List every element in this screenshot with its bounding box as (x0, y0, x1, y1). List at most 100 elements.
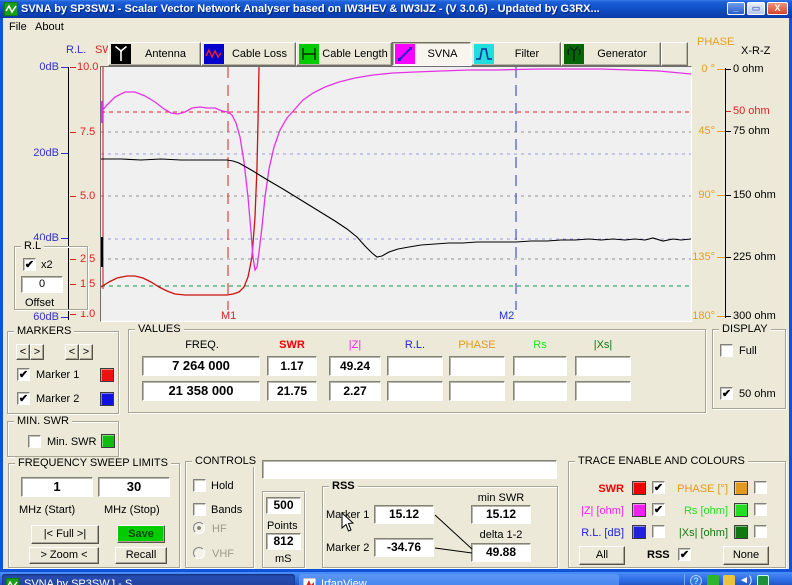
marker2-prev-button[interactable]: < (65, 344, 79, 360)
trace-rl-checkbox[interactable] (652, 525, 665, 538)
marker2-checkbox[interactable]: ✔ (17, 392, 30, 405)
vhf-radio[interactable] (193, 547, 205, 559)
bands-checkbox[interactable] (193, 503, 206, 516)
tab-cable-length[interactable]: Cable Length (296, 42, 392, 66)
taskbar-button-irfanview[interactable]: IrfanView (299, 574, 619, 585)
marker2-rl-value[interactable] (387, 381, 443, 401)
points-value[interactable]: 500 (266, 497, 301, 514)
tab-label: Antenna (131, 48, 200, 60)
phase-tick (717, 195, 725, 196)
close-button[interactable]: X (767, 2, 788, 15)
marker1-z-value[interactable]: 49.24 (329, 356, 381, 376)
tab-filter[interactable]: Filter (471, 42, 561, 66)
tray-yellow-icon[interactable] (723, 575, 735, 585)
min-swr-color-swatch[interactable] (101, 434, 115, 448)
generator-icon (564, 44, 584, 64)
tab-label: Cable Loss (224, 48, 295, 60)
title-bar[interactable]: SVNA by SP3SWJ - Scalar Vector Network A… (0, 0, 792, 18)
rss-trace (101, 159, 691, 257)
marker1-freq-value[interactable]: 7 264 000 (142, 356, 260, 376)
trace-swr-checkbox[interactable]: ✔ (652, 481, 665, 494)
marker2-z-value[interactable]: 2.27 (329, 381, 381, 401)
trace-rs-checkbox[interactable] (754, 503, 767, 516)
marker1-line[interactable]: M1 (221, 67, 236, 321)
save-button[interactable]: Save (117, 525, 165, 543)
trace-rl-swatch[interactable] (632, 525, 646, 539)
offset-input[interactable]: 0 (21, 276, 63, 293)
chart-canvas: M1 M2 (101, 67, 691, 321)
marker1-phase-value[interactable] (449, 356, 505, 376)
recall-button[interactable]: Recall (115, 547, 167, 564)
marker1-next-button[interactable]: > (30, 344, 44, 360)
trace-none-button[interactable]: None (723, 546, 769, 565)
tab-label: Filter (494, 48, 560, 60)
status-input[interactable] (262, 460, 557, 479)
controls-group: CONTROLS Hold Bands HF VHF (185, 461, 254, 568)
taskbar: SVNA by SP3SWJ - S IrfanView ? ◄) (0, 572, 792, 585)
rss-delta-value[interactable]: 49.88 (471, 543, 531, 562)
tab-antenna[interactable]: Antenna (108, 42, 201, 66)
tray-green-icon[interactable] (707, 575, 719, 585)
rl-tick (61, 238, 68, 239)
trace-rss-checkbox[interactable]: ✔ (678, 548, 691, 561)
group-title: FREQUENCY SWEEP LIMITS (15, 457, 171, 469)
maximize-button[interactable]: ▭ (747, 2, 765, 15)
tray-volume-icon[interactable]: ◄) (739, 575, 752, 585)
sweep-chart[interactable]: M1 M2 (100, 66, 692, 322)
marker1-color-swatch[interactable] (100, 368, 114, 382)
rss-marker2-value[interactable]: -34.76 (374, 538, 434, 557)
hold-checkbox[interactable] (193, 479, 206, 492)
rss-marker1-value[interactable]: 15.12 (374, 505, 434, 524)
trace-all-button[interactable]: All (579, 546, 625, 565)
rss-min-swr-value[interactable]: 15.12 (471, 505, 531, 524)
tab-generator[interactable]: Generator (561, 42, 661, 66)
col-header-rl: R.L. (387, 339, 443, 351)
trace-xs-checkbox[interactable] (754, 525, 767, 538)
marker1-rl-value[interactable] (387, 356, 443, 376)
full-span-button[interactable]: |< Full >| (31, 525, 99, 544)
trace-xs-swatch[interactable] (734, 525, 748, 539)
trace-rs-swatch[interactable] (734, 503, 748, 517)
start-freq-input[interactable]: 1 (21, 477, 93, 497)
marker1-checkbox[interactable]: ✔ (17, 368, 30, 381)
trace-phase-checkbox[interactable] (754, 481, 767, 494)
marker2-next-button[interactable]: > (79, 344, 93, 360)
trace-swr-swatch[interactable] (632, 481, 646, 495)
marker2-freq-value[interactable]: 21 358 000 (142, 381, 260, 401)
marker1-swr-value[interactable]: 1.17 (267, 356, 317, 376)
minimize-button[interactable]: _ (727, 2, 745, 15)
ohm-tick (726, 257, 731, 258)
zoom-span-button[interactable]: > Zoom < (29, 547, 99, 564)
swr-tick-label: 10.0 (77, 61, 98, 73)
group-title: R.L (21, 240, 44, 252)
trace-z-swatch[interactable] (632, 503, 646, 517)
marker2-rs-value[interactable] (513, 381, 567, 401)
tab-svna[interactable]: SVNA (392, 42, 471, 66)
stop-freq-input[interactable]: 30 (98, 477, 170, 497)
tab-cable-loss[interactable]: Cable Loss (201, 42, 296, 66)
menu-about[interactable]: About (35, 21, 64, 33)
marker1-xs-value[interactable] (575, 356, 631, 376)
filter-icon (474, 44, 494, 64)
hf-radio[interactable] (193, 522, 205, 534)
marker2-xs-value[interactable] (575, 381, 631, 401)
marker2-swr-value[interactable]: 21.75 (267, 381, 317, 401)
taskbar-button-svna[interactable]: SVNA by SP3SWJ - S (2, 574, 295, 585)
marker2-line[interactable]: M2 (499, 67, 516, 321)
marker2-color-swatch[interactable] (100, 392, 114, 406)
x2-checkbox[interactable]: ✔ (23, 258, 36, 271)
ms-value[interactable]: 812 (266, 533, 301, 550)
rl-tick (61, 317, 68, 318)
trace-z-checkbox[interactable]: ✔ (652, 503, 665, 516)
marker2-phase-value[interactable] (449, 381, 505, 401)
tray-question-icon[interactable]: ? (690, 575, 702, 585)
display-50ohm-checkbox[interactable]: ✔ (720, 387, 733, 400)
display-full-checkbox[interactable] (720, 344, 733, 357)
menu-file[interactable]: File (9, 21, 27, 33)
marker1-prev-button[interactable]: < (16, 344, 30, 360)
marker1-rs-value[interactable] (513, 356, 567, 376)
trace-phase-swatch[interactable] (734, 481, 748, 495)
min-swr-checkbox[interactable] (28, 435, 41, 448)
ohm-tick (726, 131, 731, 132)
tray-shield-icon[interactable] (757, 575, 769, 585)
